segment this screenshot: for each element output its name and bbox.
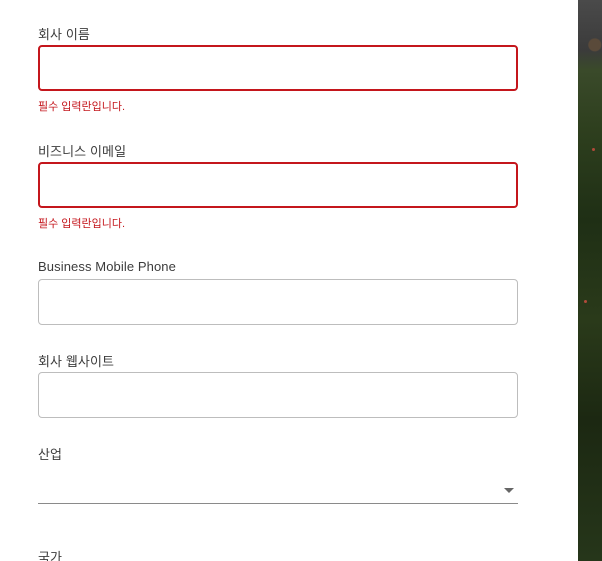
company-website-label: 회사 웹사이트 [38, 354, 115, 369]
company-name-label: 회사 이름 [38, 27, 90, 42]
industry-label: 산업 [38, 447, 63, 462]
company-name-input[interactable] [38, 45, 518, 91]
caret-down-icon [504, 488, 514, 493]
mobile-phone-input[interactable] [38, 279, 518, 325]
company-name-error: 필수 입력란입니다. [38, 101, 126, 113]
business-email-error: 필수 입력란입니다. [38, 218, 126, 230]
photo-detail [584, 300, 587, 303]
company-website-input[interactable] [38, 372, 518, 418]
background-photo [578, 0, 602, 561]
industry-select[interactable] [38, 473, 518, 504]
business-email-label: 비즈니스 이메일 [38, 144, 127, 159]
mobile-phone-label: Business Mobile Phone [38, 259, 176, 274]
signup-form-page: 회사 이름 필수 입력란입니다. 비즈니스 이메일 필수 입력란입니다. Bus… [0, 0, 602, 561]
business-email-input[interactable] [38, 162, 518, 208]
country-label: 국가 [38, 550, 63, 561]
photo-detail [592, 148, 595, 151]
